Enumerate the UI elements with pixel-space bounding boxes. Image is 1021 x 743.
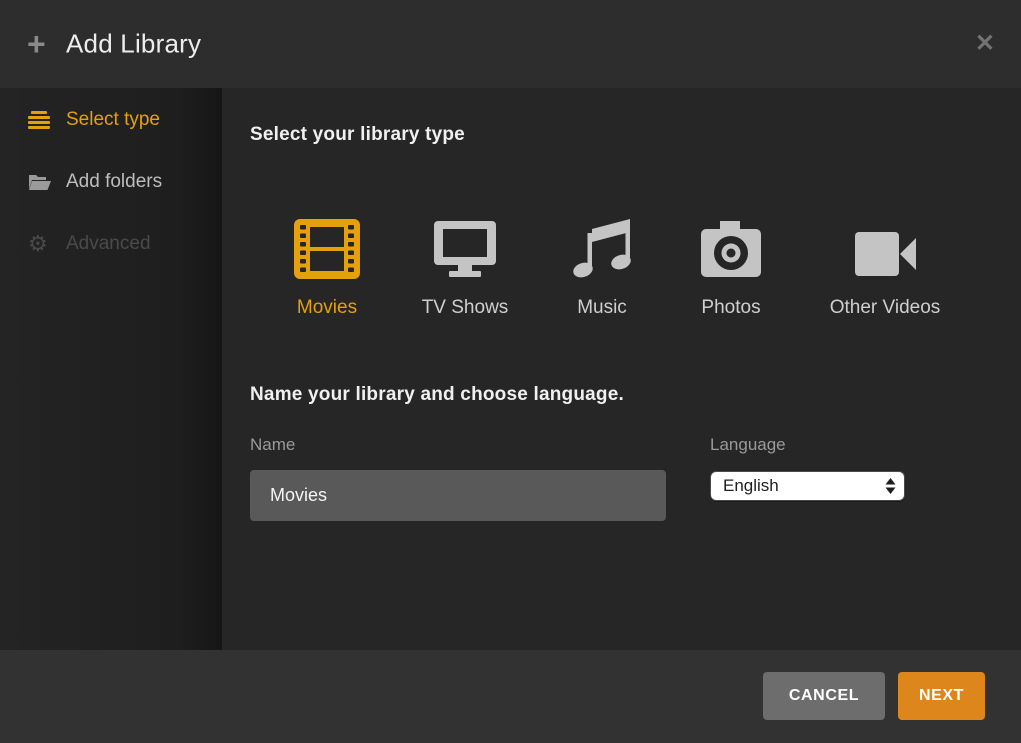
sidebar-item-add-folders[interactable]: Add folders: [0, 162, 222, 202]
stepper-arrows-icon: [885, 478, 896, 494]
sidebar-item-advanced: ⚙ Advanced: [0, 224, 222, 264]
library-type-music[interactable]: Music: [552, 213, 652, 319]
library-type-label: Other Videos: [815, 297, 955, 319]
library-type-tv-shows[interactable]: TV Shows: [410, 213, 520, 319]
library-type-label: TV Shows: [410, 297, 520, 319]
language-select-value: English: [711, 476, 885, 496]
sidebar-item-label: Advanced: [66, 233, 151, 255]
add-library-dialog: + Add Library ✕ Select type: [0, 0, 1021, 743]
music-note-icon: [552, 213, 652, 281]
film-icon: [277, 213, 377, 281]
plus-icon: +: [27, 28, 46, 60]
sidebar-item-label: Add folders: [66, 171, 162, 193]
name-field-label: Name: [250, 435, 295, 455]
cancel-button[interactable]: CANCEL: [763, 672, 885, 720]
library-type-photos[interactable]: Photos: [681, 213, 781, 319]
sidebar-item-label: Select type: [66, 109, 160, 131]
language-field-label: Language: [710, 435, 786, 455]
dialog-footer: CANCEL NEXT: [0, 650, 1021, 743]
gear-icon: ⚙: [28, 233, 54, 255]
tv-icon: [410, 213, 520, 281]
wizard-steps-sidebar: Select type Add folders ⚙ Advanced: [0, 88, 222, 650]
sidebar-item-select-type[interactable]: Select type: [0, 100, 222, 140]
library-type-movies[interactable]: Movies: [277, 213, 377, 319]
camera-icon: [681, 213, 781, 281]
list-icon: [28, 111, 54, 129]
library-name-input[interactable]: [250, 470, 666, 521]
folder-open-icon: [28, 173, 54, 191]
next-button[interactable]: NEXT: [898, 672, 985, 720]
library-type-other-videos[interactable]: Other Videos: [815, 213, 955, 319]
close-icon[interactable]: ✕: [975, 32, 995, 56]
library-type-label: Photos: [681, 297, 781, 319]
select-type-heading: Select your library type: [250, 124, 465, 146]
dialog-body: Select your library type: [222, 88, 1021, 650]
dialog-header: + Add Library ✕: [0, 0, 1021, 88]
library-type-label: Music: [552, 297, 652, 319]
dialog-title: Add Library: [66, 29, 201, 60]
library-type-label: Movies: [277, 297, 377, 319]
video-camera-icon: [815, 213, 955, 281]
language-select[interactable]: English: [710, 471, 905, 501]
name-language-heading: Name your library and choose language.: [250, 384, 624, 406]
